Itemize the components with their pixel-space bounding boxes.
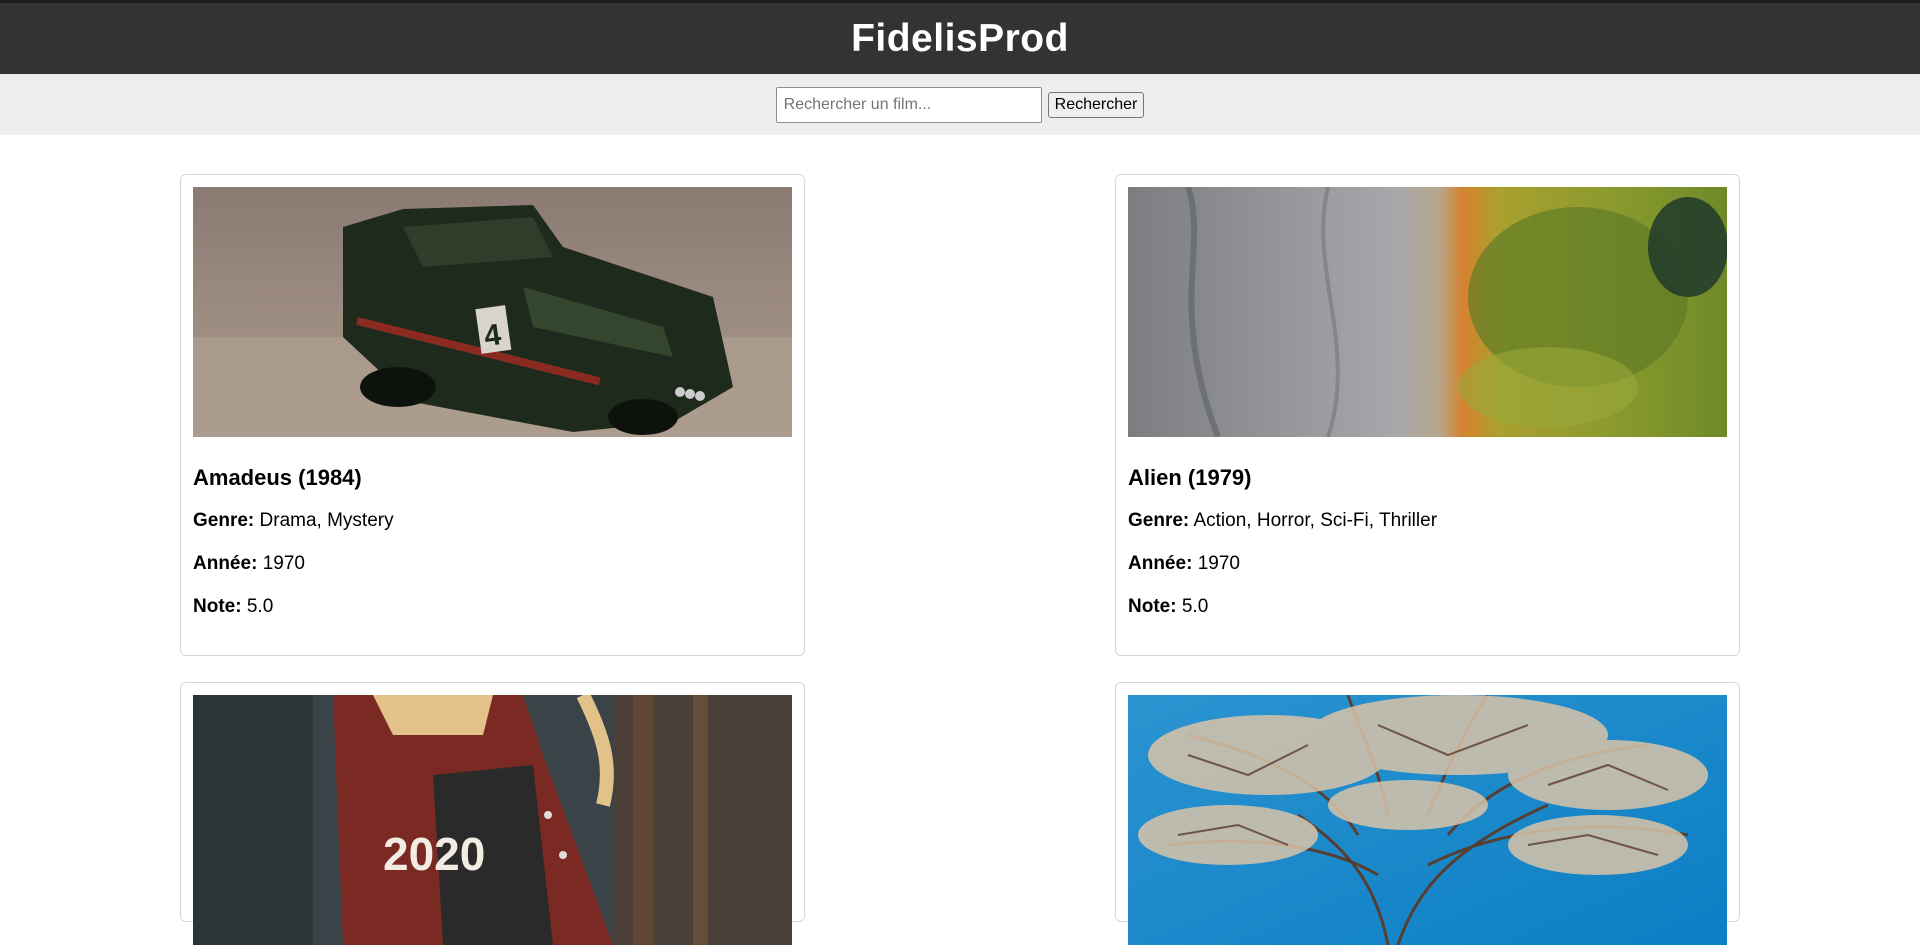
rating-label: Note: xyxy=(1128,596,1177,617)
movie-rating: Note: 5.0 xyxy=(193,596,792,618)
movie-year: Année: 1970 xyxy=(1128,553,1727,575)
genre-value: Drama, Mystery xyxy=(259,510,394,531)
year-value: 1970 xyxy=(1197,553,1240,574)
movie-title: Amadeus (1984) xyxy=(193,465,362,490)
movie-poster-image[interactable] xyxy=(1128,695,1727,945)
movie-poster-image[interactable] xyxy=(1128,187,1727,437)
genre-label: Genre: xyxy=(1128,510,1190,531)
search-input[interactable] xyxy=(775,86,1042,123)
rating-value: 5.0 xyxy=(1181,596,1209,617)
site-title: FidelisProd xyxy=(851,16,1069,60)
year-label: Année: xyxy=(1128,553,1193,574)
rating-value: 5.0 xyxy=(246,596,274,617)
movie-card[interactable]: 4 Amadeus (1984) Genre: Drama, Mystery A… xyxy=(180,174,805,656)
movie-rating: Note: 5.0 xyxy=(1128,596,1727,618)
genre-value: Action, Horror, Sci-Fi, Thriller xyxy=(1193,510,1438,531)
movie-card[interactable] xyxy=(1115,682,1740,945)
movie-poster-image[interactable]: 2020 xyxy=(193,695,792,945)
search-button[interactable]: Rechercher xyxy=(1047,91,1145,118)
movie-year: Année: 1970 xyxy=(193,553,792,575)
movie-card[interactable]: Alien (1979) Genre: Action, Horror, Sci-… xyxy=(1115,174,1740,656)
movie-genre: Genre: Action, Horror, Sci-Fi, Thriller xyxy=(1128,510,1727,532)
movie-card[interactable]: 2020 xyxy=(180,682,805,945)
movie-genre: Genre: Drama, Mystery xyxy=(193,510,792,532)
search-bar: Rechercher xyxy=(0,74,1920,135)
movie-title: Alien (1979) xyxy=(1128,465,1252,490)
year-label: Année: xyxy=(193,553,258,574)
year-value: 1970 xyxy=(262,553,305,574)
movie-poster-image[interactable]: 4 xyxy=(193,187,792,437)
rating-label: Note: xyxy=(193,596,242,617)
site-header: FidelisProd xyxy=(0,0,1920,74)
genre-label: Genre: xyxy=(193,510,255,531)
svg-text:2020: 2020 xyxy=(383,828,485,880)
